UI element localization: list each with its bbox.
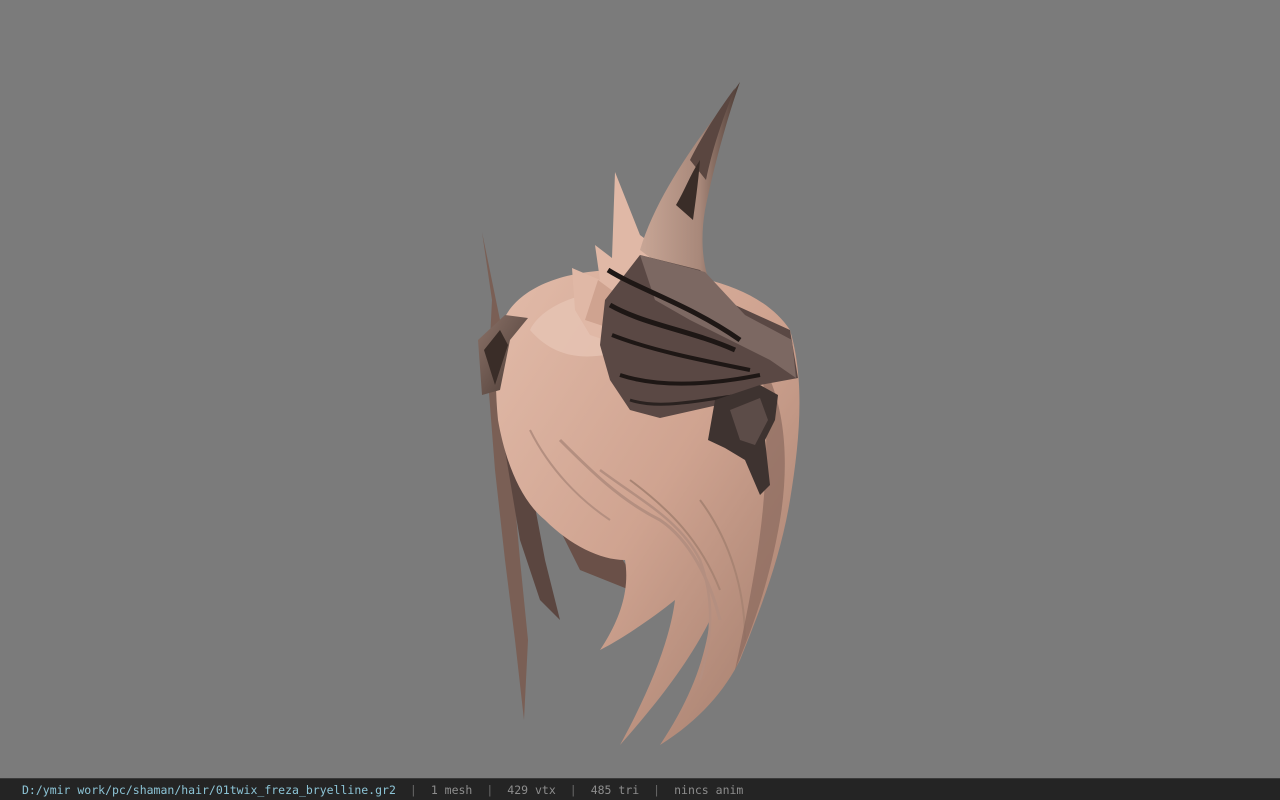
separator: | <box>409 782 417 797</box>
triangle-count: 485 tri <box>590 782 640 797</box>
file-path: D:/ymir work/pc/shaman/hair/01twix_freza… <box>22 782 396 797</box>
animation-status: nincs anim <box>674 782 744 797</box>
3d-viewport[interactable] <box>0 0 1280 778</box>
vertex-count: 429 vtx <box>507 782 556 797</box>
separator: | <box>653 782 661 797</box>
hair-model-render <box>478 82 800 745</box>
status-bar: D:/ymir work/pc/shaman/hair/01twix_freza… <box>0 778 1280 800</box>
separator: | <box>569 782 577 797</box>
separator: | <box>486 782 494 797</box>
mesh-count: 1 mesh <box>430 782 473 797</box>
